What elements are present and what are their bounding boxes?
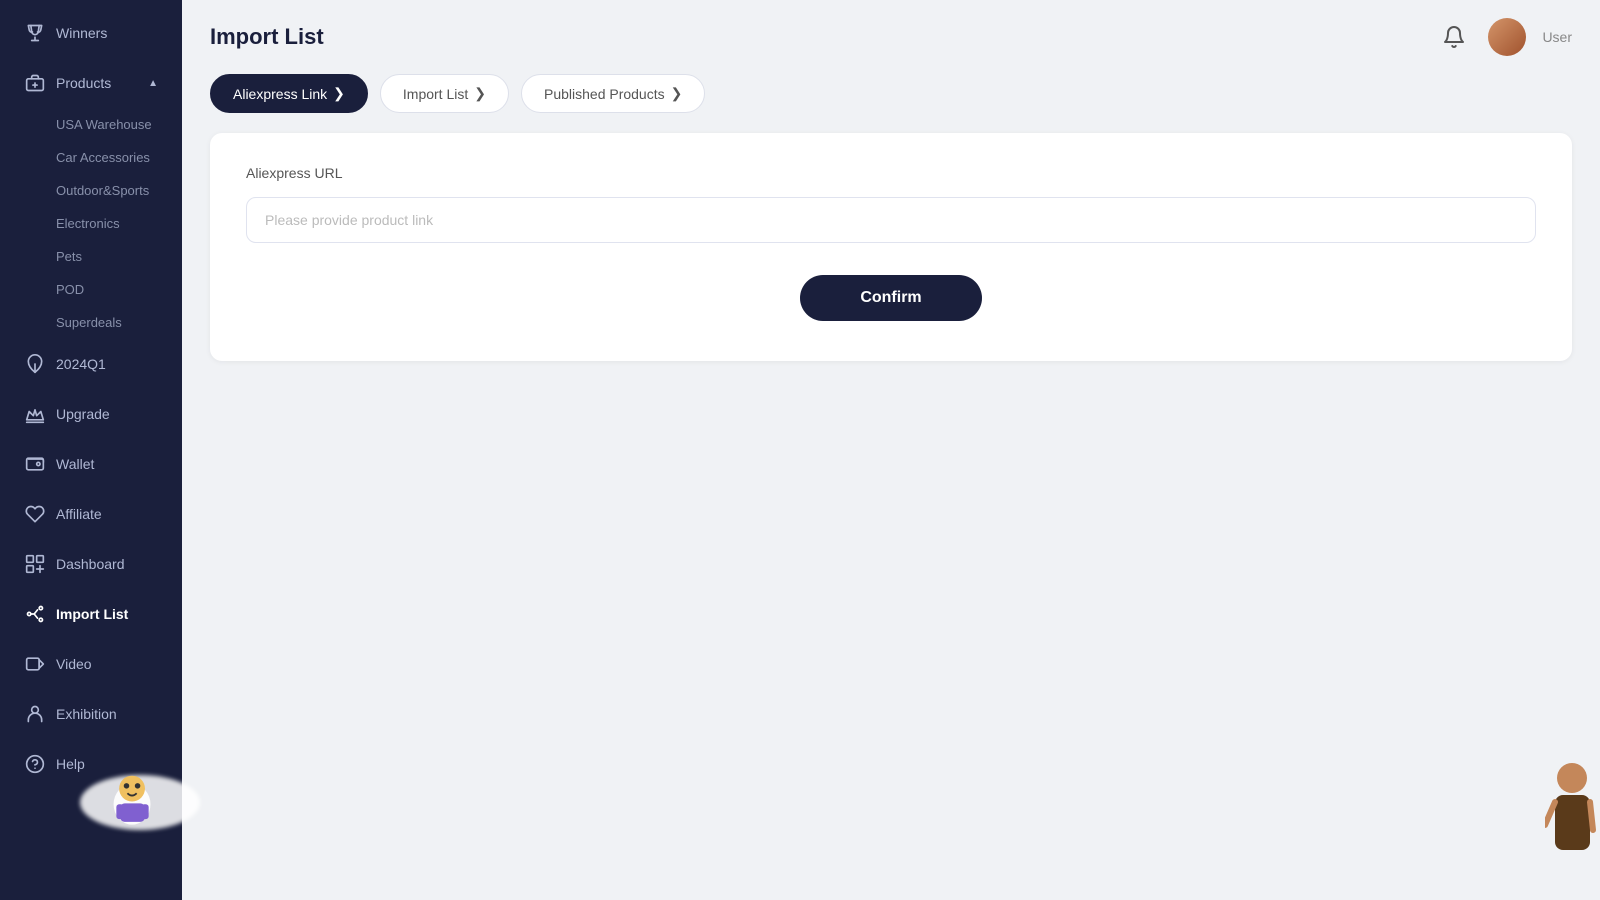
- sidebar-item-winners[interactable]: Winners: [6, 10, 176, 56]
- heart-icon: [24, 503, 46, 525]
- header-right: User: [1436, 18, 1572, 56]
- helper-person: [1545, 760, 1600, 870]
- products-chevron-icon: ▲: [148, 78, 158, 89]
- notification-bell-button[interactable]: [1436, 19, 1472, 55]
- tab-import-list-label: Import List: [403, 86, 468, 102]
- sidebar-item-wallet-label: Wallet: [56, 456, 158, 472]
- crown-icon: [24, 403, 46, 425]
- nodes-icon: [24, 603, 46, 625]
- chart-icon: [24, 553, 46, 575]
- sidebar-item-import-list[interactable]: Import List: [6, 591, 176, 637]
- help-icon: [24, 753, 46, 775]
- sidebar-item-upgrade[interactable]: Upgrade: [6, 391, 176, 437]
- tab-published-products-label: Published Products: [544, 86, 665, 102]
- box-icon: [24, 72, 46, 94]
- tab-aliexpress-link[interactable]: Aliexpress Link ❯: [210, 74, 368, 113]
- confirm-button-wrapper: Confirm: [246, 275, 1536, 321]
- sidebar-item-help[interactable]: Help: [6, 741, 176, 787]
- sidebar-item-affiliate[interactable]: Affiliate: [6, 491, 176, 537]
- sidebar-item-winners-label: Winners: [56, 25, 158, 41]
- import-card: Aliexpress URL Confirm: [210, 133, 1572, 361]
- sidebar-item-pod[interactable]: POD: [6, 274, 176, 305]
- tab-import-list-chevron-icon: ❯: [474, 85, 486, 102]
- tab-published-products-chevron-icon: ❯: [671, 85, 683, 102]
- sidebar-item-wallet[interactable]: Wallet: [6, 441, 176, 487]
- sidebar-item-help-label: Help: [56, 756, 158, 772]
- wallet-icon: [24, 453, 46, 475]
- content-area: Aliexpress Link ❯ Import List ❯ Publishe…: [182, 74, 1600, 900]
- sidebar-item-affiliate-label: Affiliate: [56, 506, 158, 522]
- sidebar-item-video-label: Video: [56, 656, 158, 672]
- sidebar-item-electronics[interactable]: Electronics: [6, 208, 176, 239]
- main-content: Import List User Aliexpress Link ❯ Impor…: [182, 0, 1600, 900]
- sidebar-item-dashboard-label: Dashboard: [56, 556, 158, 572]
- video-icon: [24, 653, 46, 675]
- tab-import-list[interactable]: Import List ❯: [380, 74, 509, 113]
- tab-aliexpress-chevron-icon: ❯: [333, 85, 345, 102]
- header: Import List User: [182, 0, 1600, 74]
- sidebar-item-pets[interactable]: Pets: [6, 241, 176, 272]
- sidebar-item-2024q1-label: 2024Q1: [56, 356, 158, 372]
- sidebar-item-products-label: Products: [56, 75, 138, 91]
- sidebar-item-car-accessories[interactable]: Car Accessories: [6, 142, 176, 173]
- person-icon: [24, 703, 46, 725]
- tab-published-products[interactable]: Published Products ❯: [521, 74, 705, 113]
- sidebar: Winners Products ▲ USA Warehouse Car Acc…: [0, 0, 182, 900]
- tab-bar: Aliexpress Link ❯ Import List ❯ Publishe…: [210, 74, 1572, 113]
- avatar[interactable]: [1488, 18, 1526, 56]
- sidebar-item-usa-warehouse[interactable]: USA Warehouse: [6, 109, 176, 140]
- sidebar-item-upgrade-label: Upgrade: [56, 406, 158, 422]
- sidebar-item-exhibition-label: Exhibition: [56, 706, 158, 722]
- sidebar-item-superdeals[interactable]: Superdeals: [6, 307, 176, 338]
- sidebar-item-outdoor-sports[interactable]: Outdoor&Sports: [6, 175, 176, 206]
- sidebar-item-dashboard[interactable]: Dashboard: [6, 541, 176, 587]
- trophy-icon: [24, 22, 46, 44]
- sidebar-item-2024q1[interactable]: 2024Q1: [6, 341, 176, 387]
- confirm-button[interactable]: Confirm: [800, 275, 981, 321]
- sidebar-item-import-list-label: Import List: [56, 606, 158, 622]
- sidebar-item-products[interactable]: Products ▲: [6, 60, 176, 106]
- url-section-label: Aliexpress URL: [246, 165, 1536, 181]
- user-name: User: [1542, 29, 1572, 45]
- tab-aliexpress-link-label: Aliexpress Link: [233, 86, 327, 102]
- page-title: Import List: [210, 24, 324, 50]
- sidebar-item-exhibition[interactable]: Exhibition: [6, 691, 176, 737]
- sidebar-item-video[interactable]: Video: [6, 641, 176, 687]
- url-input[interactable]: [246, 197, 1536, 243]
- leaf-icon: [24, 353, 46, 375]
